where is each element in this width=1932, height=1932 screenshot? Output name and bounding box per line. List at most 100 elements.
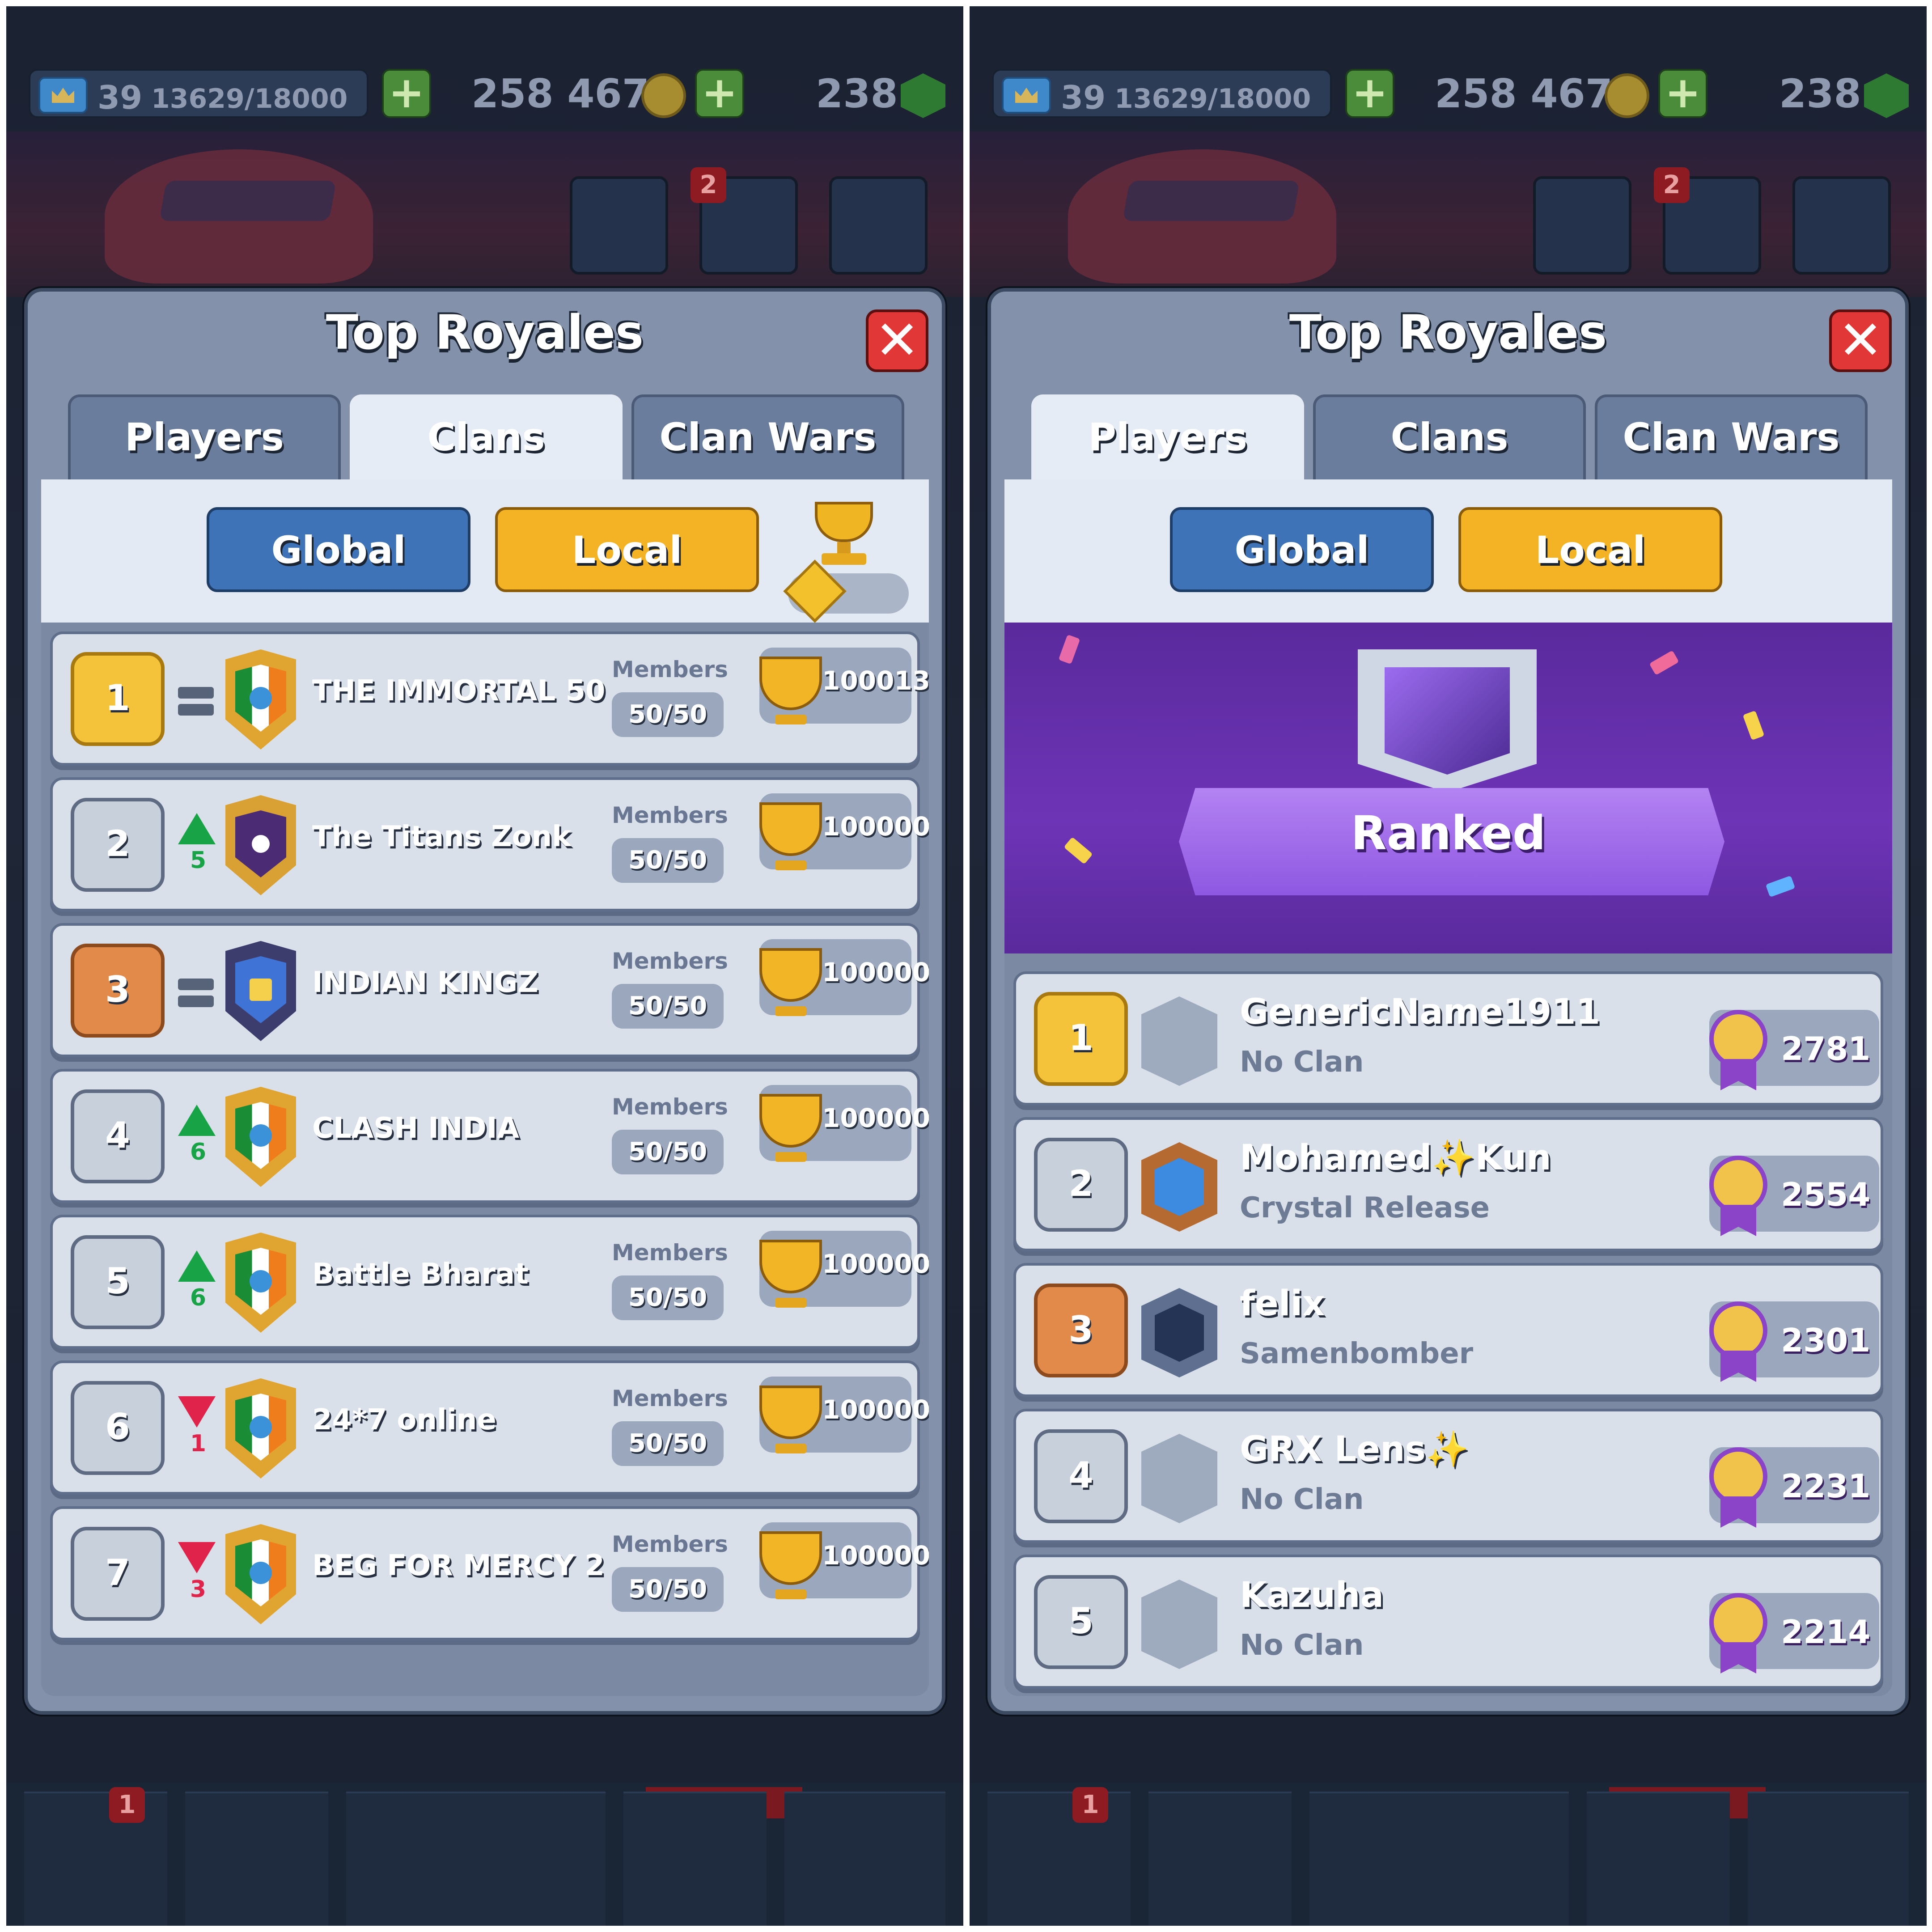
tab-players[interactable]: Players <box>1031 394 1304 484</box>
score-value: 2301 <box>1781 1322 1871 1359</box>
bottom-nav: 1 Live <box>6 1783 963 1926</box>
rank-change-value: 6 <box>190 1284 207 1311</box>
tab-clan-wars[interactable]: Clan Wars <box>631 394 904 484</box>
clan-row[interactable]: 1 THE IMMORTAL 50 Members 50/50 100013 <box>50 631 929 766</box>
trophy-icon <box>759 657 822 710</box>
gem-amount: 238 <box>816 71 898 117</box>
rank-down-icon <box>178 1542 216 1573</box>
members-count: 50/50 <box>612 838 724 883</box>
trophy-icon <box>759 802 822 856</box>
clan-row[interactable]: 2 5 The Titans Zonk Members 50/50 100000 <box>50 777 929 911</box>
level-bar: 39 13629/18000 <box>29 69 369 118</box>
clan-row[interactable]: 5 6 Battle Bharat Members 50/50 100000 <box>50 1215 929 1349</box>
rank-change-value: 6 <box>190 1139 207 1165</box>
player-row[interactable]: 2 Mohamed✨Kun Crystal Release 2554 <box>1013 1117 1883 1251</box>
nav-clan[interactable] <box>1587 1792 1730 1926</box>
menu-button[interactable] <box>1792 176 1891 275</box>
friends-button[interactable] <box>1533 176 1631 275</box>
clans-screen: 39 13629/18000 + 258 467 + 238 2 1 Live … <box>6 6 963 1926</box>
nav-cards[interactable] <box>185 1792 328 1926</box>
player-row[interactable]: 5 Kazuha No Clan 2214 <box>1013 1555 1883 1689</box>
tab-players[interactable]: Players <box>68 394 341 484</box>
tab-clans[interactable]: Clans <box>1313 394 1586 484</box>
confetti <box>1058 634 1080 665</box>
ranked-score: 2214 <box>1709 1593 1879 1674</box>
rank-change-value: 5 <box>190 847 207 874</box>
add-gems-button[interactable]: + <box>1658 69 1707 118</box>
trophy-icon <box>759 1385 822 1439</box>
members-count: 50/50 <box>612 1275 724 1320</box>
close-icon[interactable]: ✕ <box>1829 309 1892 372</box>
trophy-icon <box>759 948 822 1002</box>
player-row[interactable]: 4 GRX Lens✨ No Clan 2231 <box>1013 1409 1883 1543</box>
rank-badge: 1 <box>71 652 165 746</box>
rank-badge: 3 <box>1034 1284 1128 1377</box>
trophy-value: 100000 <box>822 1540 929 1571</box>
confetti <box>1765 875 1796 898</box>
player-row[interactable]: 3 felix Samenbomber 2301 <box>1013 1263 1883 1397</box>
trophy-icon <box>759 1094 822 1148</box>
news-notification-badge: 2 <box>691 167 726 203</box>
nav-shop[interactable] <box>987 1792 1131 1926</box>
gold-amount: 258 467 <box>471 71 650 117</box>
hero-visor <box>1123 181 1300 221</box>
level-number: 39 <box>1061 79 1106 116</box>
players-screen: 39 13629/18000 + 258 467 + 238 2 1 Live … <box>970 6 1927 1926</box>
xp-counter: 13629/18000 <box>1114 83 1311 114</box>
tab-clan-wars[interactable]: Clan Wars <box>1595 394 1868 484</box>
xp-counter: 13629/18000 <box>151 83 348 114</box>
rank-badge: 6 <box>71 1381 165 1475</box>
news-notification-badge: 2 <box>1654 167 1690 203</box>
global-button[interactable]: Global <box>207 507 470 592</box>
clan-trophies: 100000 <box>759 1231 929 1308</box>
clan-row[interactable]: 4 6 CLASH INDIA Members 50/50 100000 <box>50 1069 929 1203</box>
nav-events[interactable] <box>784 1792 945 1926</box>
arena-banner: 2 <box>970 131 1927 297</box>
clan-name: CLASH INDIA <box>312 1112 520 1145</box>
player-clan: No Clan <box>1240 1046 1364 1079</box>
clans-content: Global Local 1 THE IMMORTAL 50 Members 50/5… <box>41 479 929 1696</box>
clan-badge-icon <box>223 792 299 900</box>
trophy-value: 100000 <box>822 811 929 842</box>
clan-row[interactable]: 7 3 BEG FOR MERCY 2 Members 50/50 100000 <box>50 1506 929 1640</box>
trophy-value: 100000 <box>822 1394 929 1425</box>
add-gold-button[interactable]: + <box>382 69 431 118</box>
hero-visor <box>159 181 336 221</box>
rank-up-icon <box>178 1105 216 1136</box>
modal-title: Top Royales <box>1289 305 1607 360</box>
local-button[interactable]: Local <box>1458 507 1722 592</box>
local-button[interactable]: Local <box>495 507 759 592</box>
ranked-banner[interactable]: Ranked <box>1004 623 1892 953</box>
level-number: 39 <box>97 79 143 116</box>
nav-clan[interactable] <box>623 1792 767 1926</box>
nav-shop[interactable] <box>24 1792 167 1926</box>
clan-badge-icon <box>1141 1434 1217 1523</box>
ranked-score: 2301 <box>1709 1301 1879 1382</box>
members-label: Members <box>612 1094 728 1120</box>
nav-events[interactable] <box>1748 1792 1909 1926</box>
add-gold-button[interactable]: + <box>1345 69 1394 118</box>
ranked-score: 2554 <box>1709 1156 1879 1236</box>
clan-trophies: 100000 <box>759 1522 929 1599</box>
rank-badge: 1 <box>1034 992 1128 1086</box>
tab-clans[interactable]: Clans <box>350 394 623 484</box>
add-gems-button[interactable]: + <box>695 69 744 118</box>
friends-button[interactable] <box>570 176 668 275</box>
close-icon[interactable]: ✕ <box>866 309 928 372</box>
clan-badge-icon <box>1141 1580 1217 1669</box>
gem-amount: 238 <box>1779 71 1861 117</box>
global-button[interactable]: Global <box>1170 507 1434 592</box>
top-royales-modal: Top Royales ✕ Players Clans Clan Wars Gl… <box>24 288 945 1715</box>
gold-coin-icon <box>1605 73 1649 118</box>
nav-battle[interactable] <box>346 1792 606 1926</box>
clan-row[interactable]: 3 INDIAN KINGZ Members 50/50 100000 <box>50 923 929 1057</box>
clan-row[interactable]: 6 1 24*7 online Members 50/50 100000 <box>50 1360 929 1495</box>
player-row[interactable]: 1 GenericName1911 No Clan 2781 <box>1013 971 1883 1106</box>
player-clan: No Clan <box>1240 1483 1364 1516</box>
members-count: 50/50 <box>612 692 724 737</box>
nav-cards[interactable] <box>1148 1792 1292 1926</box>
clan-trophies: 100000 <box>759 939 929 1016</box>
menu-button[interactable] <box>829 176 928 275</box>
rank-badge: 3 <box>71 944 165 1038</box>
nav-battle[interactable] <box>1309 1792 1569 1926</box>
